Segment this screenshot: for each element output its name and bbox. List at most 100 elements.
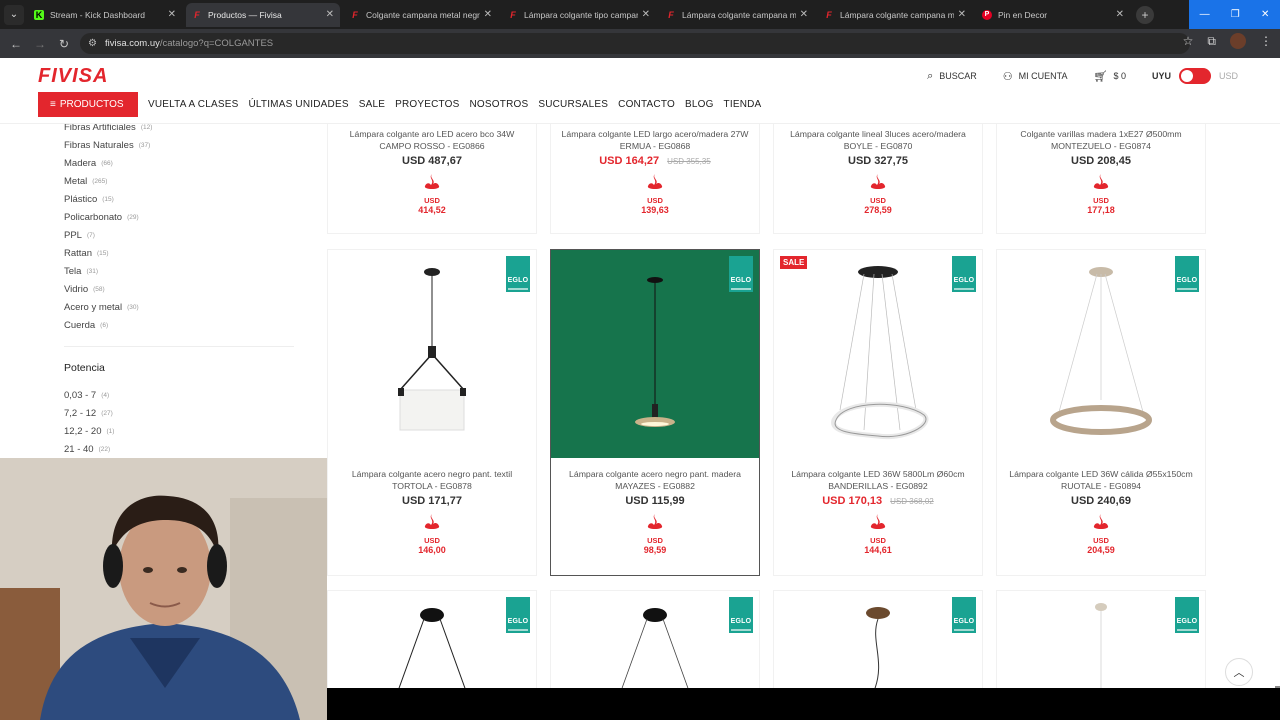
product-image[interactable]: EGLO SALE	[774, 250, 982, 458]
product-card[interactable]: EGLO Lámpara colgante LED 36W cálida Ø55x…	[996, 249, 1206, 576]
product-name[interactable]: Lámpara colgante lineal 3luces acero/mad…	[774, 129, 982, 152]
close-tab-icon[interactable]: ✕	[168, 9, 176, 20]
browser-tab[interactable]: F Colgante campana metal negro ✕	[344, 3, 498, 27]
product-card[interactable]: EGLO Lámpara colgante acero negro pant. m…	[550, 249, 760, 576]
browser-tab[interactable]: F Lámpara colgante tipo campana ✕	[502, 3, 656, 27]
product-image[interactable]: EGLO	[551, 250, 759, 458]
profile-avatar[interactable]	[1230, 33, 1246, 49]
product-card[interactable]: EGLO	[550, 590, 760, 688]
fivisa-logo[interactable]: FIVISA	[38, 65, 108, 88]
forward-icon[interactable]: →	[28, 37, 52, 51]
account-button[interactable]: ⚇ MI CUENTA	[1003, 70, 1068, 83]
new-tab-button[interactable]: +	[1136, 5, 1154, 24]
product-name[interactable]: Colgante varillas madera 1xE27 Ø500mm MO…	[997, 129, 1205, 152]
close-tab-icon[interactable]: ✕	[642, 9, 650, 20]
product-card[interactable]: EGLO	[996, 590, 1206, 688]
filter-option[interactable]: Rattan (15)	[64, 244, 152, 262]
price-row: USD 170,13 USD 368,02	[774, 495, 982, 507]
product-name[interactable]: Lámpara colgante aro LED acero bco 34W C…	[328, 129, 536, 152]
bank-price-value: 177,18	[1087, 205, 1115, 215]
bank-logo	[774, 513, 982, 533]
currency-toggle[interactable]	[1178, 68, 1211, 84]
filter-option[interactable]: 21 - 40 (22)	[64, 440, 114, 458]
bank-logo	[774, 173, 982, 193]
product-name[interactable]: Lámpara colgante acero negro pant. texti…	[328, 469, 536, 492]
product-image[interactable]: EGLO	[774, 591, 982, 688]
filter-option[interactable]: Metal (265)	[64, 172, 152, 190]
filter-option[interactable]: Cuerda (6)	[64, 316, 152, 334]
nav-link[interactable]: TIENDA	[724, 99, 762, 110]
product-card[interactable]: EGLO SALE Lámpara colgante LED 36W 5800Lm …	[773, 249, 983, 576]
power-filter-list: 0,03 - 7 (4) 7,2 - 12 (27) 12,2 - 20 (1) 21 - …	[64, 386, 114, 458]
products-menu-button[interactable]: ≡ PRODUCTOS	[38, 92, 138, 117]
product-name[interactable]: Lámpara colgante acero negro pant. mader…	[551, 469, 759, 492]
search-button[interactable]: ⌕ BUSCAR	[927, 70, 977, 83]
product-name[interactable]: Lámpara colgante LED 36W cálida Ø55x150c…	[997, 469, 1205, 492]
close-window-icon[interactable]: ✕	[1261, 9, 1269, 20]
close-tab-icon[interactable]: ✕	[958, 9, 966, 20]
product-card[interactable]: Colgante varillas madera 1xE27 Ø500mm MO…	[996, 124, 1206, 234]
address-bar[interactable]: ⚙ fivisa.com.uy/catalogo?q=COLGANTES	[80, 33, 1190, 54]
nav-link[interactable]: CONTACTO	[618, 99, 675, 110]
close-tab-icon[interactable]: ✕	[484, 9, 492, 20]
tab-title: Lámpara colgante tipo campana	[524, 9, 638, 20]
tab-search-button[interactable]: ⌄	[4, 4, 24, 25]
product-card[interactable]: EGLO	[327, 590, 537, 688]
filter-option[interactable]: Plástico (15)	[64, 190, 152, 208]
currency-usd[interactable]: USD	[1219, 71, 1238, 81]
filter-option[interactable]: Vidrio (58)	[64, 280, 152, 298]
browser-tab[interactable]: K Stream - Kick Dashboard ✕	[28, 3, 182, 27]
product-card[interactable]: Lámpara colgante lineal 3luces acero/mad…	[773, 124, 983, 234]
product-name[interactable]: Lámpara colgante LED largo acero/madera …	[551, 129, 759, 152]
product-card[interactable]: Lámpara colgante LED largo acero/madera …	[550, 124, 760, 234]
search-label: BUSCAR	[939, 71, 977, 81]
nav-link[interactable]: SUCURSALES	[538, 99, 608, 110]
nav-link[interactable]: BLOG	[685, 99, 714, 110]
filter-option[interactable]: Acero y metal (30)	[64, 298, 152, 316]
product-image[interactable]: EGLO	[997, 591, 1205, 688]
close-tab-icon[interactable]: ✕	[1116, 9, 1124, 20]
product-name[interactable]: Lámpara colgante LED 36W 5800Lm Ø60cm BA…	[774, 469, 982, 492]
site-info-icon[interactable]: ⚙	[88, 38, 97, 49]
browser-tab[interactable]: P Pin en Decor ✕	[976, 3, 1130, 27]
filter-option[interactable]: 0,03 - 7 (4)	[64, 386, 114, 404]
filter-option[interactable]: Fibras Artificiales (12)	[64, 124, 152, 136]
product-image[interactable]: EGLO	[551, 591, 759, 688]
filter-option[interactable]: PPL (7)	[64, 226, 152, 244]
back-icon[interactable]: ←	[4, 37, 28, 51]
nav-link[interactable]: PROYECTOS	[395, 99, 459, 110]
browser-menu-icon[interactable]: ⋮	[1260, 34, 1272, 48]
eglo-brand-badge: EGLO	[729, 597, 753, 633]
bank-price-currency: USD	[647, 196, 663, 205]
scroll-to-top-button[interactable]: ︿	[1225, 658, 1253, 686]
filter-option[interactable]: 12,2 - 20 (1)	[64, 422, 114, 440]
reload-icon[interactable]: ↻	[52, 37, 76, 51]
close-tab-icon[interactable]: ✕	[326, 9, 334, 20]
product-card[interactable]: Lámpara colgante aro LED acero bco 34W C…	[327, 124, 537, 234]
product-card[interactable]: EGLO	[773, 590, 983, 688]
bookmark-star-icon[interactable]: ☆	[1183, 34, 1194, 48]
product-price: USD 171,77	[402, 495, 462, 507]
browser-tab[interactable]: F Lámpara colgante campana me ✕	[660, 3, 814, 27]
browser-tab[interactable]: F Lámpara colgante campana me ✕	[818, 3, 972, 27]
minimize-icon[interactable]: —	[1200, 9, 1210, 20]
filter-option[interactable]: Madera (66)	[64, 154, 152, 172]
close-tab-icon[interactable]: ✕	[800, 9, 808, 20]
nav-link[interactable]: NOSOTROS	[470, 99, 529, 110]
cart-button[interactable]: 🛒︎ $ 0	[1093, 70, 1125, 83]
nav-link[interactable]: SALE	[359, 99, 385, 110]
product-image[interactable]: EGLO	[328, 250, 536, 458]
product-image[interactable]: EGLO	[328, 591, 536, 688]
nav-link[interactable]: VUELTA A CLASES	[148, 99, 238, 110]
product-image[interactable]: EGLO	[997, 250, 1205, 458]
filter-option[interactable]: Fibras Naturales (37)	[64, 136, 152, 154]
filter-option[interactable]: Policarbonato (29)	[64, 208, 152, 226]
currency-uyu[interactable]: UYU	[1152, 71, 1171, 81]
nav-link[interactable]: ÚLTIMAS UNIDADES	[248, 99, 348, 110]
extensions-icon[interactable]: ⧉	[1207, 34, 1216, 49]
filter-option[interactable]: Tela (31)	[64, 262, 152, 280]
browser-tab[interactable]: F Productos — Fivisa ✕	[186, 2, 340, 27]
product-card[interactable]: EGLO Lámpara colgante acero negro pant. t…	[327, 249, 537, 576]
restore-icon[interactable]: ❐	[1231, 9, 1240, 20]
filter-option[interactable]: 7,2 - 12 (27)	[64, 404, 114, 422]
